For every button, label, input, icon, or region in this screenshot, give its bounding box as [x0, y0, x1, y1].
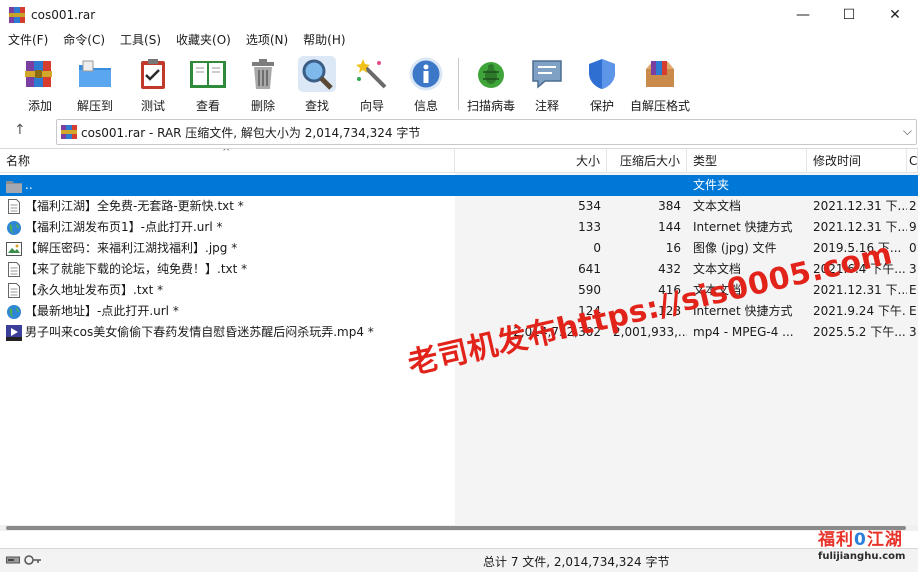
- info-button[interactable]: 信息: [398, 54, 454, 116]
- sort-up-icon: ^: [222, 149, 231, 158]
- toolbar-separator: [458, 58, 459, 110]
- table-row[interactable]: 【福利江湖发布页1】-点此打开.url * 133 144 Internet 快…: [0, 217, 918, 238]
- toolbar: 添加 解压到 测试 查看 删除 查找 向导 信息 扫描病毒 注释 保护 自解压格…: [0, 50, 918, 116]
- globe-icon: [6, 304, 22, 320]
- extract-to-button[interactable]: 解压到: [62, 54, 128, 116]
- address-path-box[interactable]: cos001.rar - RAR 压缩文件, 解包大小为 2,014,734,3…: [56, 119, 917, 145]
- column-name[interactable]: 名称 ^: [0, 149, 455, 173]
- status-bar: 总计 7 文件, 2,014,734,324 字节: [0, 548, 918, 572]
- comment-icon: [528, 56, 566, 92]
- folder-extract-icon: [76, 56, 114, 92]
- image-file-icon: [6, 241, 22, 257]
- text-file-icon: [6, 199, 22, 215]
- sfx-box-icon: [641, 56, 679, 92]
- sfx-button[interactable]: 自解压格式: [629, 54, 691, 116]
- menu-tools[interactable]: 工具(S): [112, 30, 168, 50]
- clipboard-check-icon: [134, 56, 172, 92]
- folder-icon: [6, 178, 22, 194]
- info-icon: [407, 56, 445, 92]
- column-packed[interactable]: 压缩后大小: [607, 149, 687, 173]
- comment-button[interactable]: 注释: [519, 54, 575, 116]
- maximize-button[interactable]: ☐: [826, 0, 872, 30]
- window-title: cos001.rar: [31, 8, 96, 22]
- winrar-app-icon: [9, 7, 25, 23]
- drive-icon: [6, 556, 20, 564]
- window-controls: — ☐ ✕: [780, 0, 918, 30]
- menu-help[interactable]: 帮助(H): [295, 30, 352, 50]
- horizontal-scrollbar[interactable]: [0, 525, 918, 531]
- magnifier-icon: [298, 56, 336, 92]
- add-button[interactable]: 添加: [18, 54, 62, 116]
- column-size[interactable]: 大小: [455, 149, 607, 173]
- title-bar: cos001.rar — ☐ ✕: [0, 0, 918, 30]
- menu-options[interactable]: 选项(N): [238, 30, 295, 50]
- trash-icon: [244, 56, 282, 92]
- find-button[interactable]: 查找: [288, 54, 346, 116]
- status-icons: [6, 554, 42, 566]
- address-path: cos001.rar - RAR 压缩文件, 解包大小为 2,014,734,3…: [81, 125, 421, 140]
- menu-favorites[interactable]: 收藏夹(O): [168, 30, 238, 50]
- menu-commands[interactable]: 命令(C): [55, 30, 112, 50]
- up-arrow-icon[interactable]: ↑: [14, 122, 26, 138]
- site-logo: 福利0江湖 fulijianghu.com: [818, 530, 906, 562]
- scan-virus-button[interactable]: 扫描病毒: [463, 54, 519, 116]
- address-bar: ↑ cos001.rar - RAR 压缩文件, 解包大小为 2,014,734…: [0, 118, 918, 146]
- minimize-button[interactable]: —: [780, 0, 826, 30]
- status-summary: 总计 7 文件, 2,014,734,324 字节: [483, 555, 670, 569]
- table-row[interactable]: 【福利江湖】全免费-无套路-更新快.txt * 534 384 文本文档 202…: [0, 196, 918, 217]
- protect-button[interactable]: 保护: [575, 54, 629, 116]
- view-button[interactable]: 查看: [178, 54, 238, 116]
- table-row-parent[interactable]: .. 文件夹: [0, 175, 918, 196]
- open-book-icon: [189, 56, 227, 92]
- globe-icon: [6, 220, 22, 236]
- column-type[interactable]: 类型: [687, 149, 807, 173]
- bug-scan-icon: [472, 56, 510, 92]
- shield-icon: [583, 56, 621, 92]
- video-file-icon: [6, 324, 22, 341]
- key-icon: [24, 555, 41, 565]
- test-button[interactable]: 测试: [128, 54, 178, 116]
- menu-bar: 文件(F) 命令(C) 工具(S) 收藏夹(O) 选项(N) 帮助(H): [0, 30, 918, 50]
- table-row[interactable]: 【最新地址】-点此打开.url * 124 128 Internet 快捷方式 …: [0, 301, 918, 322]
- wizard-button[interactable]: 向导: [346, 54, 398, 116]
- chevron-down-icon[interactable]: ⌵: [903, 124, 912, 139]
- list-header: 名称 ^ 大小 压缩后大小 类型 修改时间 C: [0, 149, 918, 173]
- close-button[interactable]: ✕: [872, 0, 918, 30]
- archive-icon: [61, 124, 77, 140]
- text-file-icon: [6, 283, 22, 299]
- column-modified[interactable]: 修改时间: [807, 149, 907, 173]
- text-file-icon: [6, 262, 22, 278]
- column-extra[interactable]: C: [907, 149, 918, 173]
- books-add-icon: [21, 56, 59, 92]
- wand-icon: [353, 56, 391, 92]
- menu-file[interactable]: 文件(F): [0, 30, 55, 50]
- delete-button[interactable]: 删除: [238, 54, 288, 116]
